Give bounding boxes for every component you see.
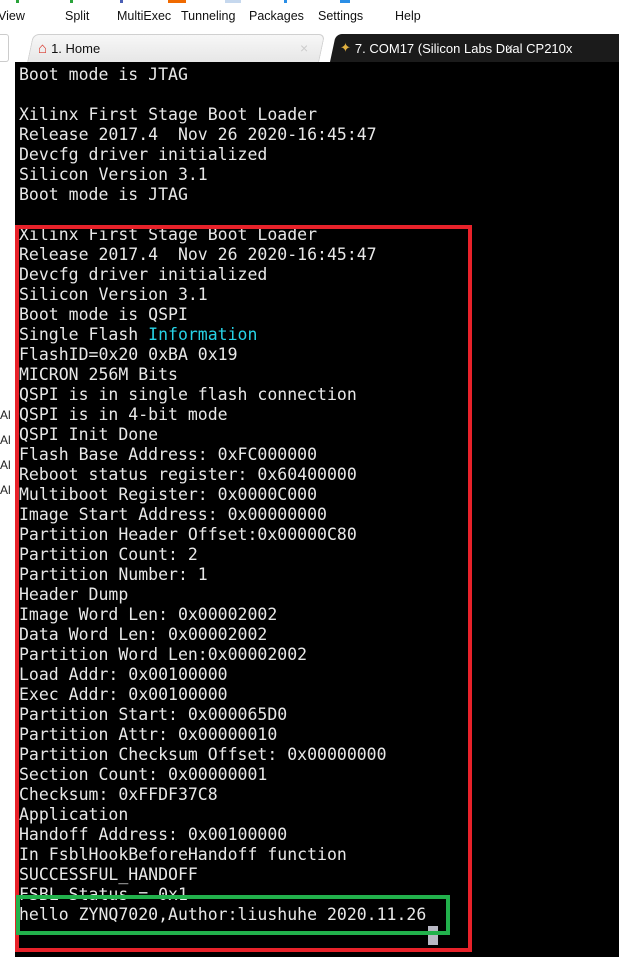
session-item[interactable]: Al bbox=[0, 458, 11, 472]
menu-tunneling[interactable]: Tunneling bbox=[181, 9, 235, 23]
menu-split[interactable]: Split bbox=[65, 9, 89, 23]
terminal-line: Devcfg driver initialized bbox=[19, 145, 426, 165]
menu-view[interactable]: View bbox=[0, 9, 25, 23]
line-text: Devcfg driver initialized bbox=[19, 145, 268, 164]
terminal-line: Silicon Version 3.1 bbox=[19, 165, 426, 185]
toolbar-icon bbox=[168, 0, 186, 3]
toolbar-icon bbox=[120, 0, 123, 3]
annotation-green-box bbox=[16, 895, 450, 935]
tab-home-label: 1. Home bbox=[51, 41, 101, 56]
menu-multiexec[interactable]: MultiExec bbox=[117, 9, 171, 23]
session-item[interactable]: Al bbox=[0, 483, 11, 497]
menu-help[interactable]: Help bbox=[395, 9, 421, 23]
toolbar-icon bbox=[340, 0, 350, 3]
toolbar-icon bbox=[70, 0, 73, 3]
toolbar-icon bbox=[16, 0, 19, 3]
serial-plug-icon: ✦ bbox=[340, 40, 351, 55]
menu-packages[interactable]: Packages bbox=[249, 9, 304, 23]
tab-com17-label-wrap[interactable]: ✦ 7. COM17 (Silicon Labs Dual CP210x bbox=[340, 40, 590, 56]
tab-com17-label: 7. COM17 (Silicon Labs Dual CP210x bbox=[354, 40, 573, 56]
toolbar-icon bbox=[284, 0, 287, 3]
session-item[interactable]: Al bbox=[0, 433, 11, 447]
annotation-red-box bbox=[15, 225, 472, 952]
line-text: Boot mode is JTAG bbox=[19, 65, 188, 84]
terminal-line: Boot mode is JTAG bbox=[19, 185, 426, 205]
terminal-line: Xilinx First Stage Boot Loader bbox=[19, 105, 426, 125]
close-tab-home-icon[interactable]: × bbox=[300, 40, 308, 56]
menubar: View Split MultiExec Tunneling Packages … bbox=[0, 0, 619, 32]
terminal-line: Release 2017.4 Nov 26 2020-16:45:47 bbox=[19, 125, 426, 145]
line-text: Silicon Version 3.1 bbox=[19, 165, 208, 184]
terminal-line: Boot mode is JTAG bbox=[19, 65, 426, 85]
close-tab-com17-icon[interactable]: × bbox=[506, 40, 514, 55]
menu-settings[interactable]: Settings bbox=[318, 9, 363, 23]
tab-home-label-wrap[interactable]: ⌂ 1. Home bbox=[38, 40, 100, 57]
line-text: Xilinx First Stage Boot Loader bbox=[19, 105, 318, 124]
sidebar-toggle[interactable] bbox=[0, 34, 9, 62]
home-icon: ⌂ bbox=[38, 40, 48, 57]
toolbar-icon bbox=[225, 0, 241, 3]
session-item[interactable]: Al bbox=[0, 408, 11, 422]
session-sidebar: Al Al Al Al bbox=[0, 62, 15, 957]
line-text: Release 2017.4 Nov 26 2020-16:45:47 bbox=[19, 125, 377, 144]
line-text: Boot mode is JTAG bbox=[19, 185, 188, 204]
